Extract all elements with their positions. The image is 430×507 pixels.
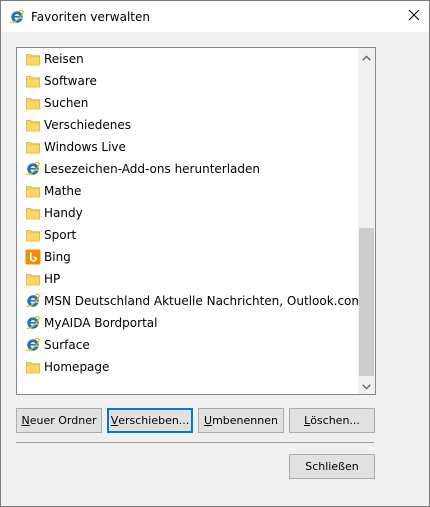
favorites-dialog: Favoriten verwalten Reisen Software Suchen… (0, 0, 430, 507)
list-item[interactable]: Lesezeichen-Add-ons herunterladen (17, 158, 358, 180)
ie-icon (9, 9, 25, 25)
ie-icon (25, 337, 41, 353)
chevron-down-icon (362, 379, 371, 393)
chevron-up-icon (362, 50, 371, 64)
rename-button[interactable]: Umbenennen (198, 408, 284, 433)
list-item-label: Windows Live (44, 140, 126, 154)
window-title: Favoriten verwalten (31, 10, 150, 24)
list-item-label: Handy (44, 206, 83, 220)
divider (16, 442, 374, 443)
folder-icon (25, 117, 41, 133)
list-item[interactable]: Sport (17, 224, 358, 246)
folder-icon (25, 227, 41, 243)
move-label-key: V (110, 414, 119, 427)
list-item[interactable]: Surface (17, 334, 358, 356)
ie-icon (25, 293, 41, 309)
close-icon (408, 9, 420, 24)
new-folder-button[interactable]: Neuer Ordner (16, 408, 102, 433)
move-button[interactable]: Verschieben... (107, 408, 193, 433)
rename-label-post: mbenennen (212, 414, 278, 427)
list-item-label: Mathe (44, 184, 82, 198)
list-item[interactable]: HP (17, 268, 358, 290)
vertical-scrollbar[interactable] (358, 48, 375, 394)
title-bar: Favoriten verwalten (1, 1, 429, 32)
list-item-label: Sport (44, 228, 77, 242)
close-window-button[interactable] (399, 1, 429, 32)
folder-icon (25, 95, 41, 111)
folder-icon (25, 51, 41, 67)
ie-icon (25, 161, 41, 177)
list-item-label: Surface (44, 338, 90, 352)
list-item[interactable]: Windows Live (17, 136, 358, 158)
list-item[interactable]: Verschiedenes (17, 114, 358, 136)
list-item[interactable]: Mathe (17, 180, 358, 202)
list-item[interactable]: MSN Deutschland Aktuelle Nachrichten, Ou… (17, 290, 375, 312)
new-folder-label-key: N (21, 414, 30, 427)
folder-icon (25, 73, 41, 89)
list-item-label: Software (44, 74, 97, 88)
list-item[interactable]: Suchen (17, 92, 358, 114)
folder-icon (25, 271, 41, 287)
list-item[interactable]: Reisen (17, 48, 358, 70)
delete-label-post: öschen... (310, 414, 360, 427)
list-item-label: Bing (44, 250, 71, 264)
folder-icon (25, 139, 41, 155)
list-item-label: Suchen (44, 96, 89, 110)
folder-icon (25, 359, 41, 375)
scroll-thumb[interactable] (359, 228, 374, 376)
close-button-label: Schließen (305, 460, 359, 473)
list-item[interactable]: MyAIDA Bordportal (17, 312, 358, 334)
list-item[interactable]: Bing (17, 246, 358, 268)
delete-button[interactable]: Löschen... (289, 408, 375, 433)
list-item-label: MSN Deutschland Aktuelle Nachrichten, Ou… (44, 294, 376, 308)
list-item[interactable]: Homepage (17, 356, 358, 378)
list-item-label: HP (44, 272, 61, 286)
list-item-label: Reisen (44, 52, 84, 66)
scroll-down-button[interactable] (358, 377, 375, 394)
favorites-list[interactable]: Reisen Software Suchen Verschiedenes Windows… (16, 47, 376, 395)
list-item-label: MyAIDA Bordportal (44, 316, 158, 330)
folder-icon (25, 183, 41, 199)
list-item-label: Homepage (44, 360, 110, 374)
ie-icon (25, 315, 41, 331)
list-item[interactable]: Software (17, 70, 358, 92)
new-folder-label-post: euer Ordner (29, 414, 97, 427)
scroll-up-button[interactable] (358, 48, 375, 65)
close-button[interactable]: Schließen (289, 454, 375, 479)
bing-icon (25, 249, 41, 265)
rename-label-key: U (204, 414, 213, 427)
list-item-label: Lesezeichen-Add-ons herunterladen (44, 162, 261, 176)
list-item[interactable]: Handy (17, 202, 358, 224)
list-item-label: Verschiedenes (44, 118, 132, 132)
folder-icon (25, 205, 41, 221)
move-label-post: erschieben... (118, 414, 190, 427)
